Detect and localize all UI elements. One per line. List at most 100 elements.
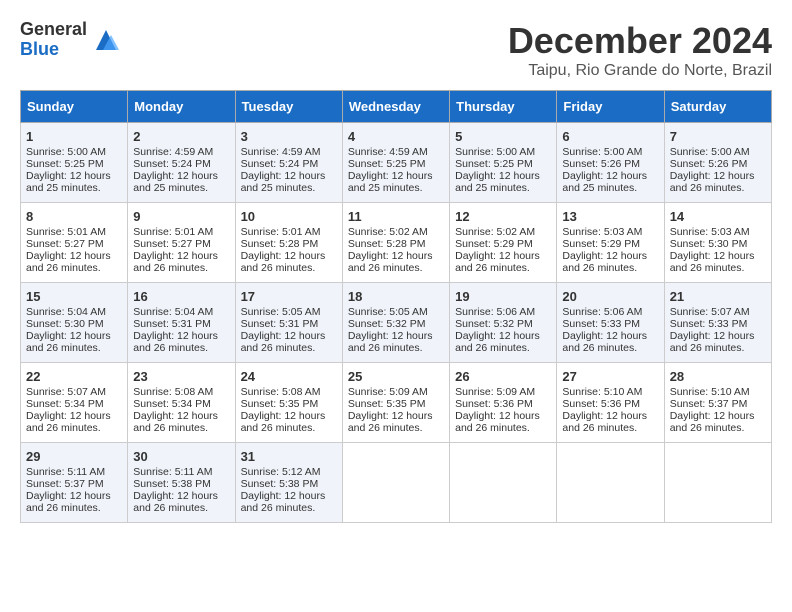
- sunset-label: Sunset: 5:27 PM: [133, 238, 211, 250]
- daylight-label: Daylight: 12 hours and 26 minutes.: [455, 250, 540, 274]
- sunrise-label: Sunrise: 5:08 AM: [241, 386, 321, 398]
- empty-cell: [664, 443, 771, 523]
- sunset-label: Sunset: 5:34 PM: [26, 398, 104, 410]
- day-number: 9: [133, 209, 229, 224]
- daylight-label: Daylight: 12 hours and 25 minutes.: [133, 170, 218, 194]
- calendar-day-10: 10Sunrise: 5:01 AMSunset: 5:28 PMDayligh…: [235, 203, 342, 283]
- daylight-label: Daylight: 12 hours and 26 minutes.: [133, 250, 218, 274]
- sunset-label: Sunset: 5:35 PM: [241, 398, 319, 410]
- sunset-label: Sunset: 5:24 PM: [241, 158, 319, 170]
- calendar-day-28: 28Sunrise: 5:10 AMSunset: 5:37 PMDayligh…: [664, 363, 771, 443]
- day-number: 7: [670, 129, 766, 144]
- sunset-label: Sunset: 5:26 PM: [670, 158, 748, 170]
- sunset-label: Sunset: 5:25 PM: [26, 158, 104, 170]
- day-number: 31: [241, 449, 337, 464]
- day-number: 23: [133, 369, 229, 384]
- sunrise-label: Sunrise: 5:03 AM: [670, 226, 750, 238]
- logo-icon: [91, 25, 121, 55]
- calendar-day-29: 29Sunrise: 5:11 AMSunset: 5:37 PMDayligh…: [21, 443, 128, 523]
- sunset-label: Sunset: 5:25 PM: [455, 158, 533, 170]
- sunrise-label: Sunrise: 5:07 AM: [26, 386, 106, 398]
- header-row: Sunday Monday Tuesday Wednesday Thursday…: [21, 91, 772, 123]
- calendar-week-1: 1Sunrise: 5:00 AMSunset: 5:25 PMDaylight…: [21, 123, 772, 203]
- daylight-label: Daylight: 12 hours and 26 minutes.: [348, 250, 433, 274]
- calendar-day-7: 7Sunrise: 5:00 AMSunset: 5:26 PMDaylight…: [664, 123, 771, 203]
- calendar-day-14: 14Sunrise: 5:03 AMSunset: 5:30 PMDayligh…: [664, 203, 771, 283]
- sunrise-label: Sunrise: 5:05 AM: [348, 306, 428, 318]
- sunrise-label: Sunrise: 5:05 AM: [241, 306, 321, 318]
- daylight-label: Daylight: 12 hours and 26 minutes.: [562, 410, 647, 434]
- sunset-label: Sunset: 5:30 PM: [26, 318, 104, 330]
- sunset-label: Sunset: 5:36 PM: [455, 398, 533, 410]
- sunrise-label: Sunrise: 5:06 AM: [562, 306, 642, 318]
- sunrise-label: Sunrise: 5:01 AM: [133, 226, 213, 238]
- calendar-day-27: 27Sunrise: 5:10 AMSunset: 5:36 PMDayligh…: [557, 363, 664, 443]
- daylight-label: Daylight: 12 hours and 26 minutes.: [241, 330, 326, 354]
- sunrise-label: Sunrise: 5:07 AM: [670, 306, 750, 318]
- calendar-day-3: 3Sunrise: 4:59 AMSunset: 5:24 PMDaylight…: [235, 123, 342, 203]
- day-number: 22: [26, 369, 122, 384]
- daylight-label: Daylight: 12 hours and 26 minutes.: [133, 410, 218, 434]
- empty-cell: [342, 443, 449, 523]
- daylight-label: Daylight: 12 hours and 25 minutes.: [241, 170, 326, 194]
- day-number: 13: [562, 209, 658, 224]
- sunset-label: Sunset: 5:37 PM: [26, 478, 104, 490]
- calendar-table: Sunday Monday Tuesday Wednesday Thursday…: [20, 90, 772, 523]
- calendar-day-15: 15Sunrise: 5:04 AMSunset: 5:30 PMDayligh…: [21, 283, 128, 363]
- calendar-day-12: 12Sunrise: 5:02 AMSunset: 5:29 PMDayligh…: [450, 203, 557, 283]
- col-sunday: Sunday: [21, 91, 128, 123]
- day-number: 6: [562, 129, 658, 144]
- logo-blue: Blue: [20, 40, 87, 60]
- col-wednesday: Wednesday: [342, 91, 449, 123]
- logo-general: General: [20, 20, 87, 40]
- daylight-label: Daylight: 12 hours and 26 minutes.: [241, 410, 326, 434]
- calendar-day-4: 4Sunrise: 4:59 AMSunset: 5:25 PMDaylight…: [342, 123, 449, 203]
- title-block: December 2024 Taipu, Rio Grande do Norte…: [508, 20, 772, 80]
- day-number: 2: [133, 129, 229, 144]
- calendar-day-31: 31Sunrise: 5:12 AMSunset: 5:38 PMDayligh…: [235, 443, 342, 523]
- day-number: 15: [26, 289, 122, 304]
- sunset-label: Sunset: 5:35 PM: [348, 398, 426, 410]
- daylight-label: Daylight: 12 hours and 26 minutes.: [26, 250, 111, 274]
- calendar-week-2: 8Sunrise: 5:01 AMSunset: 5:27 PMDaylight…: [21, 203, 772, 283]
- calendar-day-19: 19Sunrise: 5:06 AMSunset: 5:32 PMDayligh…: [450, 283, 557, 363]
- day-number: 24: [241, 369, 337, 384]
- sunrise-label: Sunrise: 5:00 AM: [455, 146, 535, 158]
- col-friday: Friday: [557, 91, 664, 123]
- calendar-day-21: 21Sunrise: 5:07 AMSunset: 5:33 PMDayligh…: [664, 283, 771, 363]
- col-tuesday: Tuesday: [235, 91, 342, 123]
- calendar-day-18: 18Sunrise: 5:05 AMSunset: 5:32 PMDayligh…: [342, 283, 449, 363]
- daylight-label: Daylight: 12 hours and 26 minutes.: [670, 330, 755, 354]
- sunrise-label: Sunrise: 5:06 AM: [455, 306, 535, 318]
- day-number: 19: [455, 289, 551, 304]
- sunrise-label: Sunrise: 5:11 AM: [26, 466, 105, 478]
- day-number: 16: [133, 289, 229, 304]
- sunset-label: Sunset: 5:32 PM: [348, 318, 426, 330]
- calendar-day-23: 23 Sunrise: 5:08 AMSunset: 5:34 PMDayligh…: [128, 363, 235, 443]
- calendar-week-5: 29Sunrise: 5:11 AMSunset: 5:37 PMDayligh…: [21, 443, 772, 523]
- logo: General Blue: [20, 20, 121, 60]
- day-number: 17: [241, 289, 337, 304]
- calendar-day-25: 25Sunrise: 5:09 AMSunset: 5:35 PMDayligh…: [342, 363, 449, 443]
- calendar-day-2: 2Sunrise: 4:59 AMSunset: 5:24 PMDaylight…: [128, 123, 235, 203]
- calendar-day-17: 17Sunrise: 5:05 AMSunset: 5:31 PMDayligh…: [235, 283, 342, 363]
- sunset-label: Sunset: 5:25 PM: [348, 158, 426, 170]
- daylight-label: Daylight: 12 hours and 26 minutes.: [562, 330, 647, 354]
- sunset-label: Sunset: 5:38 PM: [133, 478, 211, 490]
- calendar-day-22: 22Sunrise: 5:07 AMSunset: 5:34 PMDayligh…: [21, 363, 128, 443]
- day-number: 21: [670, 289, 766, 304]
- sunrise-label: Sunrise: 5:10 AM: [670, 386, 750, 398]
- sunrise-label: Sunrise: 5:01 AM: [26, 226, 106, 238]
- day-number: 12: [455, 209, 551, 224]
- daylight-label: Daylight: 12 hours and 26 minutes.: [670, 410, 755, 434]
- sunset-label: Sunset: 5:34 PM: [133, 398, 211, 410]
- calendar-day-20: 20Sunrise: 5:06 AMSunset: 5:33 PMDayligh…: [557, 283, 664, 363]
- day-number: 4: [348, 129, 444, 144]
- calendar-day-16: 16Sunrise: 5:04 AMSunset: 5:31 PMDayligh…: [128, 283, 235, 363]
- calendar-week-3: 15Sunrise: 5:04 AMSunset: 5:30 PMDayligh…: [21, 283, 772, 363]
- sunrise-label: Sunrise: 5:02 AM: [348, 226, 428, 238]
- calendar-day-11: 11Sunrise: 5:02 AMSunset: 5:28 PMDayligh…: [342, 203, 449, 283]
- daylight-label: Daylight: 12 hours and 26 minutes.: [348, 330, 433, 354]
- day-number: 25: [348, 369, 444, 384]
- sunrise-label: Sunrise: 5:08 AM: [133, 386, 213, 398]
